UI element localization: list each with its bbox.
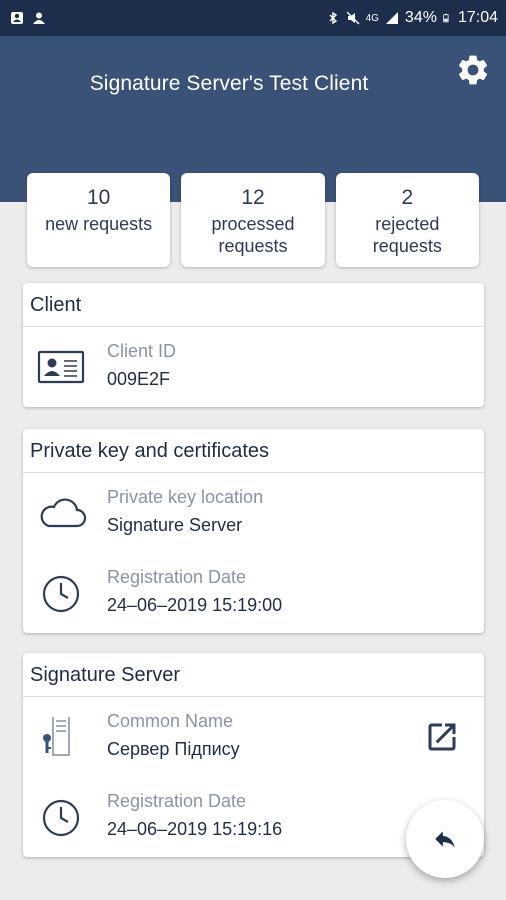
settings-gear-icon[interactable] [455, 52, 491, 88]
reply-icon [435, 831, 455, 848]
common-name-value: Сервер Підпису [107, 739, 240, 759]
server-registration-value: 24–06–2019 15:19:16 [107, 819, 283, 839]
status-bar: 4G 34% 17:04 [0, 0, 506, 36]
stat-count: 10 [86, 186, 111, 209]
row-label: Registration Date [107, 791, 247, 811]
card-title: Signature Server [23, 653, 484, 697]
card-title: Client [23, 283, 484, 327]
key-location-value: Signature Server [107, 515, 243, 535]
server-key-icon [43, 717, 70, 756]
notification-user-icon [11, 12, 23, 24]
stat-new-requests[interactable]: 10 new requests [27, 173, 171, 267]
clock-time: 17:04 [457, 9, 498, 26]
back-fab-button[interactable] [406, 800, 484, 878]
stat-label: rejected requests [372, 214, 442, 256]
client-card: Client Client ID 009E2F [23, 283, 484, 407]
private-key-card: Private key and certificates Private key… [23, 429, 484, 633]
battery-percent: 34% [404, 9, 437, 26]
battery-icon [443, 13, 449, 23]
row-label: Private key location [107, 487, 264, 507]
network-type: 4G [365, 12, 379, 24]
card-title: Private key and certificates [23, 429, 484, 473]
stat-processed-requests[interactable]: 12 processed requests [181, 173, 325, 267]
id-card-icon [37, 350, 85, 384]
stat-count: 2 [401, 186, 414, 209]
page-title: Signature Server's Test Client [89, 72, 369, 95]
account-icon [33, 12, 45, 24]
row-label: Client ID [107, 341, 177, 361]
key-registration-value: 24–06–2019 15:19:00 [107, 595, 283, 615]
common-name-row: Common Name Сервер Підпису [23, 697, 484, 777]
client-id-value: 009E2F [107, 369, 171, 389]
stat-label: processed requests [211, 214, 295, 256]
cloud-icon [40, 498, 87, 528]
key-registration-row: Registration Date 24–06–2019 15:19:00 [23, 553, 484, 633]
stat-rejected-requests[interactable]: 2 rejected requests [335, 173, 479, 267]
mute-icon [346, 11, 360, 25]
clock-icon [42, 575, 80, 613]
client-id-row: Client ID 009E2F [23, 327, 484, 407]
row-label: Registration Date [107, 567, 247, 587]
open-external-icon[interactable] [424, 719, 460, 755]
request-stats: 10 new requests 12 processed requests 2 … [27, 173, 479, 267]
stat-count: 12 [241, 186, 265, 209]
key-location-row: Private key location Signature Server [23, 473, 484, 553]
bluetooth-icon [329, 11, 337, 25]
clock-icon [42, 799, 80, 837]
signal-icon [385, 12, 398, 24]
stat-label: new requests [45, 214, 153, 234]
row-label: Common Name [107, 711, 234, 731]
